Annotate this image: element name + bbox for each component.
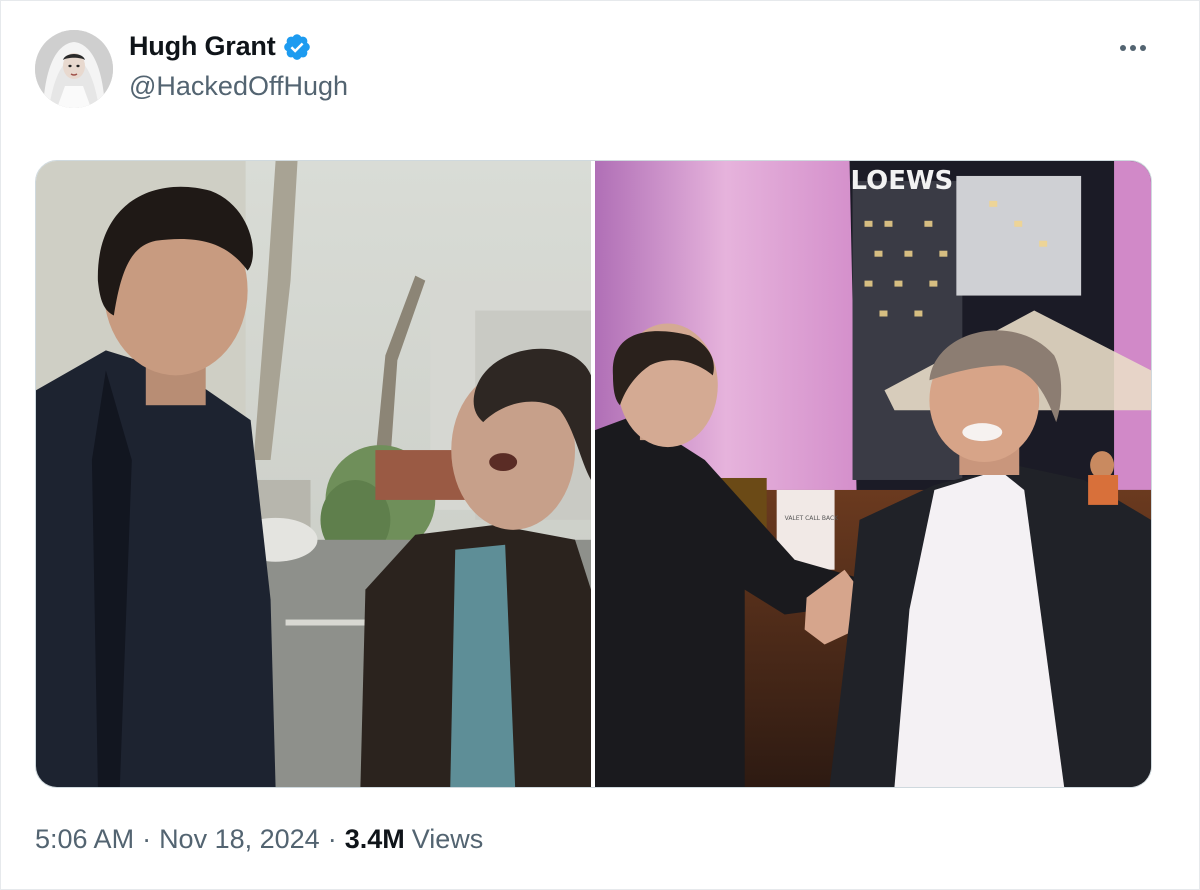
tweet-time[interactable]: 5:06 AM [35,824,134,855]
more-options-button[interactable] [1109,31,1157,65]
valet-sign: VALET CALL BACK [785,515,840,522]
views-count: 3.4M [344,824,405,854]
tweet-photo-right[interactable]: LOEWS VALET CALL BACK [595,161,1151,787]
views-label: Views [411,824,484,854]
film-still-photo-icon [36,161,591,787]
author-handle[interactable]: @HackedOffHugh [129,71,348,102]
tweet-photo-left[interactable] [36,161,591,787]
tweet-card: Hugh Grant @HackedOffHugh LOEWS VALET CA… [0,0,1200,890]
meta-separator: · [142,824,152,854]
tweet-date[interactable]: Nov 18, 2024 [159,824,320,855]
verified-badge-icon [283,33,310,60]
author-avatar[interactable] [35,30,113,108]
avatar-photo-icon [35,30,113,108]
event-photo-icon: LOEWS VALET CALL BACK [595,161,1151,787]
loews-sign: LOEWS [851,166,954,196]
author-name-row: Hugh Grant [129,31,312,62]
tweet-meta: 5:06 AM · Nov 18, 2024 · 3.4M Views [35,824,483,855]
author-display-name[interactable]: Hugh Grant [129,31,276,62]
ellipsis-icon [1120,45,1126,51]
ellipsis-dot [1130,45,1136,51]
ellipsis-dot [1140,45,1146,51]
meta-separator: · [327,824,337,854]
tweet-media-grid: LOEWS VALET CALL BACK [35,160,1152,788]
